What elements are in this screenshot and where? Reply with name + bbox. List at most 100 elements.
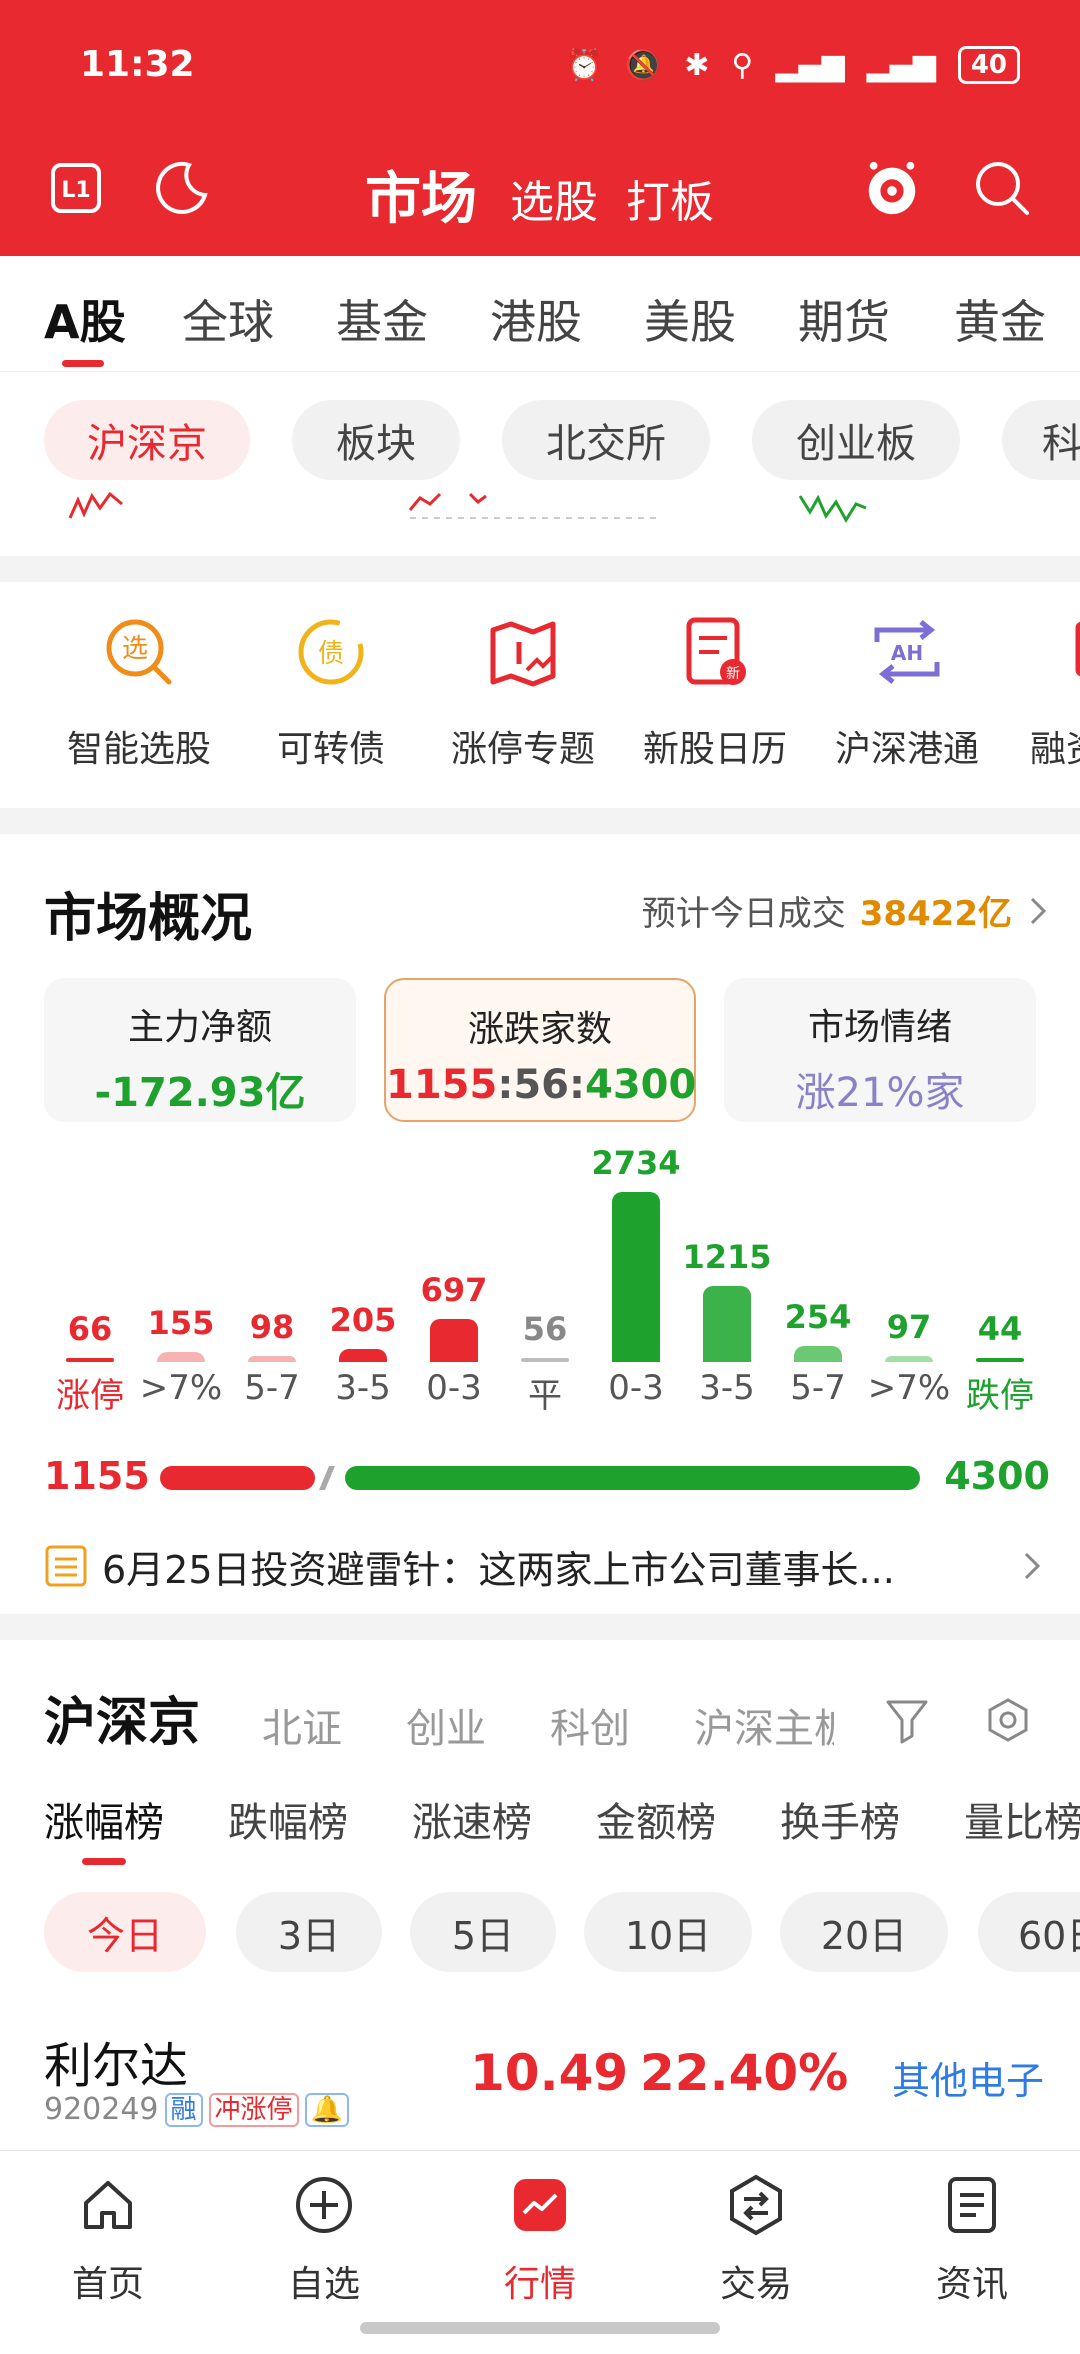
level1-button[interactable]: L1 (46, 158, 106, 218)
tab-us[interactable]: 美股 (644, 286, 736, 352)
tab-funds[interactable]: 基金 (336, 286, 428, 352)
ratio-bar (160, 1466, 920, 1490)
nav-news[interactable]: 资讯 (892, 2173, 1052, 2307)
rank-tab-indicator (82, 1858, 126, 1865)
tab-futures[interactable]: 期货 (798, 286, 890, 352)
feature-ipo-calendar[interactable]: 新 新股日历 (620, 612, 810, 772)
nav-home[interactable]: 首页 (28, 2173, 188, 2307)
tab-main-board[interactable]: 沪深主板 (694, 1696, 834, 1754)
svg-text:AH: AH (891, 641, 923, 665)
bar-value-label: 97 (886, 1308, 932, 1346)
bar-column: 56 平 (505, 1154, 585, 1434)
bar-value-label: 44 (977, 1310, 1023, 1348)
period-20d[interactable]: 20日 (780, 1892, 948, 1972)
card-title: 市场情绪 (807, 1007, 952, 1048)
tab-top-losers[interactable]: 跌幅榜 (228, 1790, 348, 1848)
card-advance-decline[interactable]: 涨跌家数 1155:56:4300 (384, 978, 696, 1122)
assistant-button[interactable] (862, 158, 922, 218)
bar-value-label: 205 (329, 1301, 397, 1339)
feature-convertible-bonds[interactable]: 债 可转债 (236, 612, 426, 772)
search-button[interactable] (972, 158, 1032, 218)
feature-shortcuts: 选 智能选股 债 可转债 涨停专题 新 新股日历 AH 沪深港通 融资 (0, 582, 1080, 808)
smart-pick-icon: 选 (99, 612, 179, 692)
turnover-value: 38422亿 (859, 894, 1012, 934)
chip-chinext[interactable]: 创业板 (752, 400, 960, 480)
feature-label: 涨停专题 (450, 729, 595, 770)
stock-industry[interactable]: 其他电子 (892, 2050, 1044, 2105)
chip-star[interactable]: 科 (1002, 400, 1080, 480)
market-overview: 市场概况 预计今日成交 38422亿 主力净额 -172.93亿 涨跌家数 11… (0, 834, 1080, 1614)
stock-code: 920249 (44, 2092, 159, 2127)
tab-gold[interactable]: 黄金 (954, 286, 1046, 352)
nav-label: 交易 (719, 2264, 792, 2305)
alarm-icon: ⏰ (565, 47, 603, 83)
sparkline-graphics (68, 491, 867, 523)
period-3d[interactable]: 3日 (236, 1892, 382, 1972)
night-mode-button[interactable] (152, 158, 212, 218)
stock-connect-icon: AH (867, 612, 947, 692)
tab-bse[interactable]: 北证 (262, 1696, 342, 1754)
stock-name[interactable]: 利尔达 (44, 2026, 188, 2096)
chip-hushenjing[interactable]: 沪深京 (44, 400, 250, 480)
index-sparklines (0, 490, 1080, 556)
bluetooth-icon: ✱ (684, 47, 710, 83)
nav-watchlist[interactable]: 自选 (244, 2173, 404, 2307)
feature-label: 新股日历 (642, 729, 787, 770)
tab-turnover-amount[interactable]: 金额榜 (596, 1790, 716, 1848)
bell-icon[interactable]: 🔔 (304, 2092, 349, 2127)
bar-category-label: 0-3 (608, 1368, 664, 1408)
nav-label: 行情 (503, 2264, 576, 2305)
chip-sectors[interactable]: 板块 (292, 400, 460, 480)
period-60d[interactable]: 60日 (978, 1892, 1080, 1972)
chevron-right-icon (1030, 897, 1047, 924)
tab-top-gainers[interactable]: 涨幅榜 (44, 1790, 164, 1848)
nav-trade[interactable]: 交易 (676, 2173, 836, 2307)
tab-stock-picking[interactable]: 选股 (510, 166, 598, 230)
ranking-title: 沪深京 (44, 1693, 201, 1753)
limit-up-map-icon (483, 612, 563, 692)
tab-indicator (62, 360, 104, 367)
bar (521, 1358, 569, 1362)
tab-a-shares[interactable]: A股 (44, 286, 126, 352)
sub-chips: 沪深京 板块 北交所 创业板 科 (0, 372, 1080, 490)
tab-limit-up[interactable]: 打板 (626, 166, 714, 230)
tab-global[interactable]: 全球 (182, 286, 274, 352)
advance-decline-ratio: 1155 4300 (0, 1448, 1080, 1508)
feature-stock-connect[interactable]: AH 沪深港通 (812, 612, 1002, 772)
bar-category-label: >7% (139, 1368, 223, 1408)
tab-turnover-rate[interactable]: 换手榜 (780, 1790, 900, 1848)
card-sentiment[interactable]: 市场情绪 涨21%家 (724, 978, 1036, 1122)
bar (157, 1352, 205, 1362)
distribution-chart: 66 涨停 155 >7% 98 5-7 205 3-5 697 0-3 56 平 2734 0-3 121… (0, 1144, 1080, 1434)
nav-label: 资讯 (935, 2264, 1008, 2305)
feature-margin[interactable]: 融资 (1004, 612, 1080, 772)
feature-smart-pick[interactable]: 选 智能选股 (44, 612, 234, 772)
bar (976, 1358, 1024, 1362)
bar (248, 1356, 296, 1362)
tab-chinext[interactable]: 创业 (406, 1696, 486, 1754)
settings-icon[interactable] (984, 1696, 1032, 1744)
card-main-net-flow[interactable]: 主力净额 -172.93亿 (44, 978, 356, 1122)
tab-fastest-risers[interactable]: 涨速榜 (412, 1790, 532, 1848)
filter-icon[interactable] (884, 1696, 930, 1744)
nav-label: 首页 (71, 2264, 144, 2305)
nav-market[interactable]: 行情 (460, 2173, 620, 2307)
ranking-section: 沪深京 北证 创业 科创 沪深主板 涨幅榜 跌幅榜 涨速榜 金额榜 换手榜 量比… (0, 1640, 1080, 2150)
period-today[interactable]: 今日 (44, 1892, 206, 1972)
period-10d[interactable]: 10日 (584, 1892, 752, 1972)
trade-icon (730, 2174, 782, 2236)
bar-column: 97 >7% (868, 1154, 950, 1434)
tab-volume-ratio[interactable]: 量比榜 (964, 1790, 1080, 1848)
news-headline[interactable]: 6月25日投资避雷针：这两家上市公司董事长... (44, 1536, 1044, 1596)
tab-star[interactable]: 科创 (550, 1696, 630, 1754)
home-indicator[interactable] (360, 2322, 720, 2334)
period-5d[interactable]: 5日 (410, 1892, 556, 1972)
turnover-estimate[interactable]: 预计今日成交 38422亿 (642, 886, 1050, 935)
bar-column: 205 3-5 (323, 1154, 403, 1434)
chip-bse[interactable]: 北交所 (502, 400, 710, 480)
bar-category-label: 3-5 (699, 1368, 755, 1408)
bar-column: 66 涨停 (50, 1154, 130, 1434)
tab-hk[interactable]: 港股 (490, 286, 582, 352)
feature-limit-up-topic[interactable]: 涨停专题 (428, 612, 618, 772)
svg-text:选: 选 (122, 634, 148, 664)
